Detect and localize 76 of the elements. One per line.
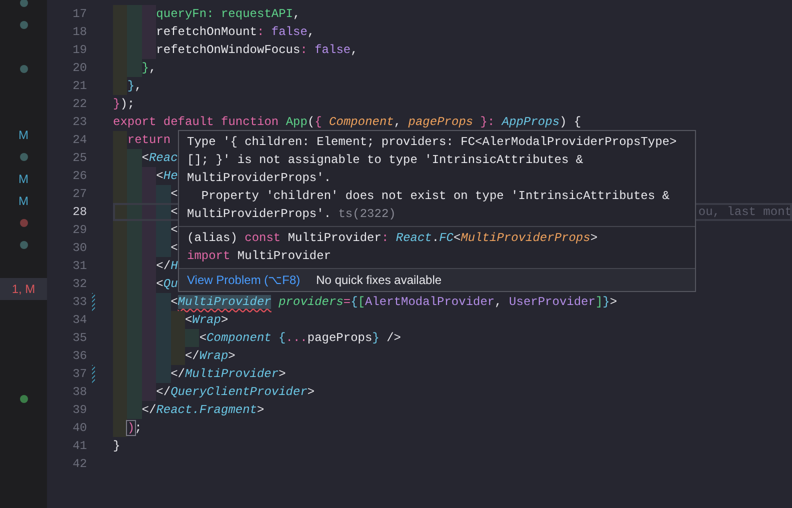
code-line: ); [127, 420, 142, 437]
line-number: 21 [72, 78, 87, 95]
line-number: 22 [72, 96, 87, 113]
line-number: 34 [72, 312, 87, 329]
line-number: 40 [72, 420, 87, 437]
line-number: 20 [72, 60, 87, 77]
error-message-line: []; }' is not assignable to type 'IntrinsicAttributes & [187, 153, 584, 167]
code-line: < [170, 204, 178, 221]
code-line: <He [156, 168, 178, 185]
error-message-line: Type '{ children: Element; providers: FC<AlerModalProviderPropsType> [187, 135, 677, 149]
quick-fix-note: No quick fixes available [316, 272, 442, 289]
line-number: 31 [72, 258, 87, 275]
line-number: 27 [72, 186, 87, 203]
signature-line: import MultiProvider [187, 248, 332, 265]
line-number: 24 [72, 132, 87, 149]
line-number: 19 [72, 42, 87, 59]
code-line: }); [113, 96, 135, 113]
line-number: 37 [72, 366, 87, 383]
code-line: </QueryClientProvider> [156, 384, 315, 401]
code-line: < [170, 240, 178, 257]
signature-line: (alias) const MultiProvider: React.FC<MultiProviderProps> [187, 230, 599, 247]
line-number: 39 [72, 402, 87, 419]
line-number: 29 [72, 222, 87, 239]
code-line: </H [156, 258, 178, 275]
indent-guide [170, 311, 185, 329]
line-number: 17 [72, 6, 87, 23]
modified-marker: M [18, 194, 28, 208]
indent-guide [113, 185, 128, 203]
error-message-line: Property 'children' does not exist on type 'IntrinsicAttributes & [200, 189, 670, 203]
modified-marker: M [18, 172, 28, 186]
inline-blame-text: ou, last mont [698, 204, 792, 221]
code-line: refetchOnMount: false, [156, 24, 315, 41]
line-number: 30 [72, 240, 87, 257]
indent-guide [127, 203, 142, 221]
indent-guide [113, 221, 128, 239]
line-number: 33 [72, 294, 87, 311]
line-number: 18 [72, 24, 87, 41]
code-line: <Qu [156, 276, 178, 293]
line-number: 38 [72, 384, 87, 401]
code-line: < [170, 186, 178, 203]
code-line: export default function App({ Component, pageProps }: AppProps) { [113, 114, 582, 131]
line-number: 36 [72, 348, 87, 365]
code-line: }, [127, 78, 142, 95]
selected-row[interactable]: 1, M [0, 278, 47, 300]
indent-guide [127, 185, 142, 203]
code-line: </React.Fragment> [142, 402, 264, 419]
line-number: 23 [72, 114, 87, 131]
indent-guide [113, 419, 128, 437]
line-number: 25 [72, 150, 87, 167]
code-line: <Component {...pageProps} /> [199, 330, 401, 347]
error-code: ts(2322) [338, 207, 396, 221]
indent-guide [127, 221, 142, 239]
code-line: return [127, 132, 171, 149]
line-number: 41 [72, 438, 87, 455]
error-message-line: MultiProviderProps'. [187, 171, 332, 185]
indent-guide [113, 203, 128, 221]
line-number: 42 [72, 456, 87, 473]
code-line: <Reac [142, 150, 178, 167]
view-problem-link[interactable]: View Problem (⌥F8) [187, 271, 300, 289]
code-line: }, [142, 60, 156, 77]
indent-guide [127, 401, 142, 419]
code-line: </Wrap> [184, 348, 236, 365]
line-number: 35 [72, 330, 87, 347]
line-number: 28 [72, 204, 87, 221]
code-line: queryFn: requestAPI, [156, 6, 300, 23]
code-line: < [170, 222, 178, 239]
modified-marker: M [18, 128, 28, 142]
error-message-line: MultiProviderProps'. [187, 207, 332, 221]
code-line: } [113, 438, 120, 455]
code-line: </MultiProvider> [170, 366, 286, 383]
line-number: 26 [72, 168, 87, 185]
line-number: 32 [72, 276, 87, 293]
problem-marker: 1, M [12, 282, 36, 296]
code-line: refetchOnWindowFocus: false, [156, 42, 358, 59]
code-line: <Wrap> [184, 312, 228, 329]
code-line: <MultiProvider providers={[AlertModalProvider, UserProvider]}> [170, 294, 618, 311]
